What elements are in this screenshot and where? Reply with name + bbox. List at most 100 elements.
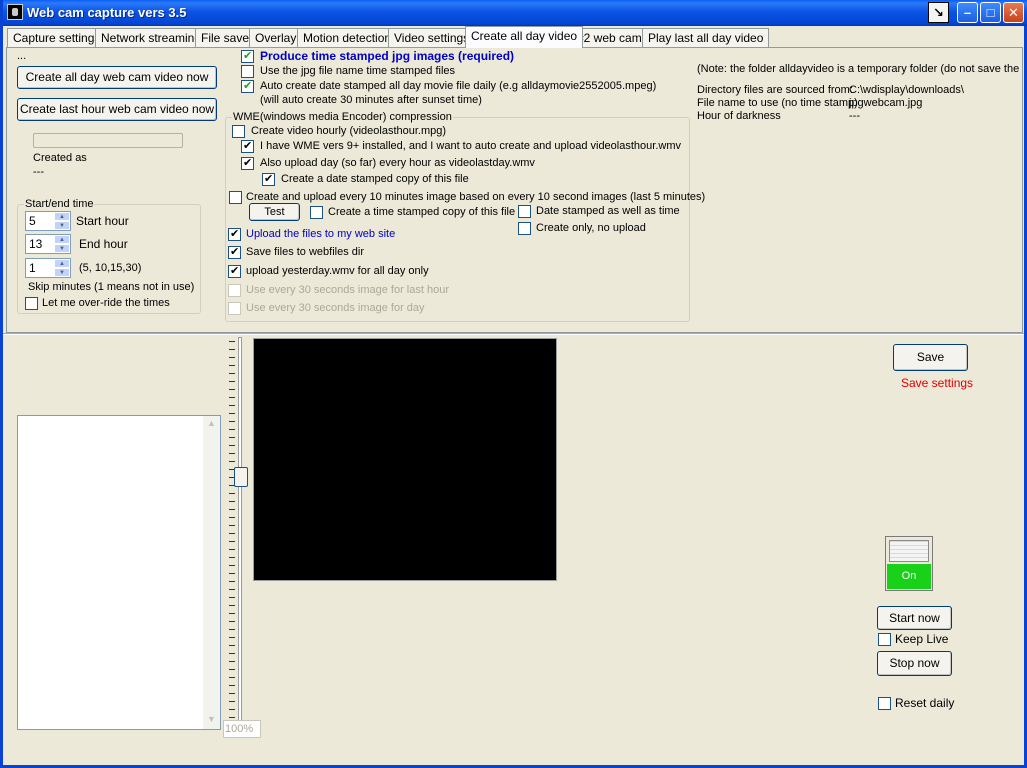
upload-web-label: Upload the files to my web site	[246, 228, 396, 240]
create-all-day-video-button[interactable]: Create all day web cam video now	[17, 66, 217, 89]
maximize-button[interactable]: □	[980, 2, 1001, 23]
trackbar-ticks	[229, 341, 235, 733]
zoom-field[interactable]: 100%	[223, 720, 261, 738]
tab-file-save[interactable]: File save	[195, 28, 256, 47]
restore-arrow-icon[interactable]: ↘	[928, 2, 949, 23]
create-only-checkbox[interactable]	[518, 222, 531, 235]
window-title: Web cam capture vers 3.5	[27, 5, 187, 20]
tab-motion-detection[interactable]: Motion detection	[297, 28, 398, 47]
tab-create-all-day-video[interactable]: Create all day video	[465, 26, 584, 48]
every-10-min-label: Create and upload every 10 minutes image…	[246, 191, 706, 203]
start-hour-value: 5	[29, 214, 36, 228]
spin-down-icon[interactable]: ▼	[54, 268, 70, 277]
create-only-label: Create only, no upload	[536, 222, 646, 234]
end-hour-label: End hour	[79, 237, 128, 251]
file-name-value: jpgwebcam.jpg	[849, 97, 923, 109]
separator	[3, 333, 1024, 335]
created-as-label: Created as	[33, 152, 87, 164]
skip-minutes-label: Skip minutes (1 means not in use)	[28, 281, 195, 293]
test-button[interactable]: Test	[249, 203, 300, 221]
auto-create-daily-checkbox[interactable]	[241, 79, 254, 93]
produce-timestamped-checkbox[interactable]	[241, 49, 254, 63]
tab-video-settings[interactable]: Video settings	[388, 28, 476, 47]
tab-overlay[interactable]: Overlay	[249, 28, 303, 47]
create-hourly-label: Create video hourly (videolasthour.mpg)	[251, 125, 447, 137]
stop-now-button[interactable]: Stop now	[877, 651, 952, 676]
upload-web-checkbox[interactable]	[228, 227, 241, 241]
scroll-down-icon[interactable]: ▼	[205, 714, 218, 727]
auto-create-daily-label: Auto create date stamped all day movie f…	[260, 80, 657, 92]
spin-up-icon[interactable]: ▲	[54, 235, 70, 244]
date-and-time-checkbox[interactable]	[518, 205, 531, 218]
trackbar-rail	[238, 337, 242, 737]
created-as-value: ---	[33, 166, 44, 178]
reset-daily-label: Reset daily	[895, 696, 955, 710]
end-hour-spinner[interactable]: 13 ▲ ▼	[25, 234, 71, 254]
hour-of-darkness-label: Hour of darkness	[697, 110, 781, 122]
spin-down-icon[interactable]: ▼	[54, 221, 70, 230]
save-webfiles-checkbox[interactable]	[228, 245, 241, 259]
tab-play-last-all-day-video[interactable]: Play last all day video	[642, 28, 770, 47]
skip-minutes-spinner[interactable]: 1 ▲ ▼	[25, 258, 71, 278]
date-and-time-label: Date stamped as well as time	[536, 205, 680, 217]
create-hourly-checkbox[interactable]	[232, 125, 245, 138]
directory-label: Directory files are sourced from:	[697, 84, 853, 96]
skip-options-label: (5, 10,15,30)	[79, 262, 142, 274]
status-on-label: On	[887, 564, 931, 589]
use-jpg-name-checkbox[interactable]	[241, 65, 254, 78]
file-name-label: File name to use (no time stamp)	[697, 97, 858, 109]
hour-of-darkness-value: ---	[849, 110, 860, 122]
minimize-button[interactable]: –	[957, 2, 978, 23]
auto-create-note: (will auto create 30 minutes after sunse…	[260, 94, 482, 106]
every-30-hour-label: Use every 30 seconds image for last hour	[246, 284, 449, 296]
progress-bar	[33, 133, 183, 148]
override-times-checkbox[interactable]	[25, 297, 38, 310]
zoom-trackbar[interactable]	[225, 337, 253, 749]
start-now-button[interactable]: Start now	[877, 606, 952, 630]
start-hour-label: Start hour	[76, 214, 129, 228]
close-button[interactable]: ✕	[1003, 2, 1024, 23]
trackbar-thumb[interactable]	[234, 467, 248, 487]
reset-daily-checkbox[interactable]	[878, 697, 891, 710]
time-stamped-copy-label: Create a time stamped copy of this file	[328, 206, 516, 218]
date-stamped-copy-checkbox[interactable]	[262, 172, 275, 186]
temporary-folder-note: (Note: the folder alldayvideo is a tempo…	[697, 63, 1019, 75]
tab-network-streaming[interactable]: Network streaming	[95, 28, 208, 47]
upload-day-checkbox[interactable]	[241, 156, 254, 170]
start-hour-spinner[interactable]: 5 ▲ ▼	[25, 211, 71, 231]
monitor-icon	[889, 540, 929, 562]
save-webfiles-label: Save files to webfiles dir	[246, 246, 364, 258]
keep-live-checkbox[interactable]	[878, 633, 891, 646]
tab-capture-settings[interactable]: Capture settings	[7, 28, 107, 47]
listbox-scrollbar[interactable]: ▲ ▼	[203, 416, 220, 729]
title-bar: Web cam capture vers 3.5 ↘ – □ ✕	[3, 0, 1027, 26]
override-times-label: Let me over-ride the times	[42, 297, 170, 309]
video-preview	[253, 338, 557, 581]
scroll-up-icon[interactable]: ▲	[205, 418, 218, 431]
every-30-hour-checkbox[interactable]	[228, 284, 241, 297]
save-settings-label: Save settings	[901, 376, 974, 390]
use-jpg-name-label: Use the jpg file name time stamped files	[260, 65, 456, 77]
keep-live-label: Keep Live	[895, 632, 949, 646]
upload-yesterday-checkbox[interactable]	[228, 264, 241, 278]
spin-up-icon[interactable]: ▲	[54, 259, 70, 268]
every-30-day-checkbox[interactable]	[228, 302, 241, 315]
every-10-min-checkbox[interactable]	[229, 191, 242, 204]
date-stamped-copy-label: Create a date stamped copy of this file	[281, 173, 469, 185]
spin-up-icon[interactable]: ▲	[54, 212, 70, 221]
main-window: Web cam capture vers 3.5 ↘ – □ ✕ Capture…	[0, 0, 1027, 768]
log-listbox[interactable]: ▲ ▼	[17, 415, 221, 730]
save-button[interactable]: Save	[893, 344, 968, 371]
create-last-hour-video-button[interactable]: Create last hour web cam video now	[17, 98, 217, 121]
spin-down-icon[interactable]: ▼	[54, 244, 70, 253]
end-hour-value: 13	[29, 237, 43, 251]
status-dots: ...	[17, 50, 27, 62]
upload-yesterday-label: upload yesterday.wmv for all day only	[246, 265, 429, 277]
wme-legend: WME(windows media Encoder) compression	[232, 111, 453, 123]
every-30-day-label: Use every 30 seconds image for day	[246, 302, 425, 314]
produce-timestamped-label: Produce time stamped jpg images (require…	[260, 49, 515, 63]
have-wme-label: I have WME vers 9+ installed, and I want…	[260, 140, 681, 152]
webcam-app-icon[interactable]	[7, 4, 23, 20]
time-stamped-copy-checkbox[interactable]	[310, 206, 323, 219]
have-wme-checkbox[interactable]	[241, 139, 254, 153]
